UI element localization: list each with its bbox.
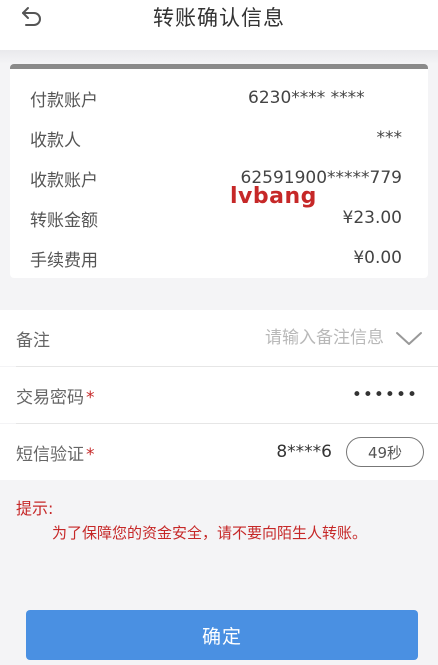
detail-value: ¥0.00 [353,248,402,268]
sms-label: 短信验证 * [16,440,95,465]
watermark-text: lvbang [230,184,317,209]
remark-row[interactable]: 备注 [0,310,438,366]
detail-value: *** [376,128,403,148]
page-title: 转账确认信息 [153,6,285,30]
detail-row-payee: 收款人 *** [10,121,428,155]
detail-label: 手续费用 [30,250,98,271]
detail-label: 收款账户 [30,170,98,191]
password-label-text: 交易密码 [16,387,84,408]
header-shadow [0,50,438,64]
required-mark: * [86,387,95,408]
transaction-password-field[interactable] [94,385,424,405]
sms-row[interactable]: 短信验证 * 8****6 49秒 [0,424,438,480]
chevron-down-icon[interactable] [394,328,424,348]
nav-header: 转账确认信息 [0,0,438,50]
detail-row-fee: 手续费用 ¥0.00 [10,241,428,275]
tip-label: 提示: [16,499,54,518]
detail-row-payer-account: 付款账户 6230**** **** [10,81,428,115]
tip-text: 为了保障您的资金安全，请不要向陌生人转账。 [52,524,368,542]
sms-label-text: 短信验证 [16,444,84,465]
remark-label: 备注 [16,330,50,351]
detail-row-payee-account: 收款账户 62591900*****779 [10,161,428,195]
detail-label: 收款人 [30,130,81,151]
detail-value: ¥23.00 [342,208,402,228]
password-label: 交易密码 * [16,383,95,408]
detail-value: 6230**** **** [248,88,365,108]
transfer-details-card: 付款账户 6230**** **** 收款人 *** 收款账户 62591900… [10,64,428,278]
remark-input[interactable] [50,328,384,348]
sms-code-field[interactable]: 8****6 [95,442,347,462]
sms-countdown-button[interactable]: 49秒 [346,437,424,467]
detail-row-amount: 转账金额 ¥23.00 [10,201,428,235]
confirm-button[interactable]: 确定 [26,610,418,660]
required-mark: * [86,444,95,465]
detail-label: 转账金额 [30,210,98,231]
detail-label: 付款账户 [30,90,98,111]
password-row[interactable]: 交易密码 * [0,367,438,423]
